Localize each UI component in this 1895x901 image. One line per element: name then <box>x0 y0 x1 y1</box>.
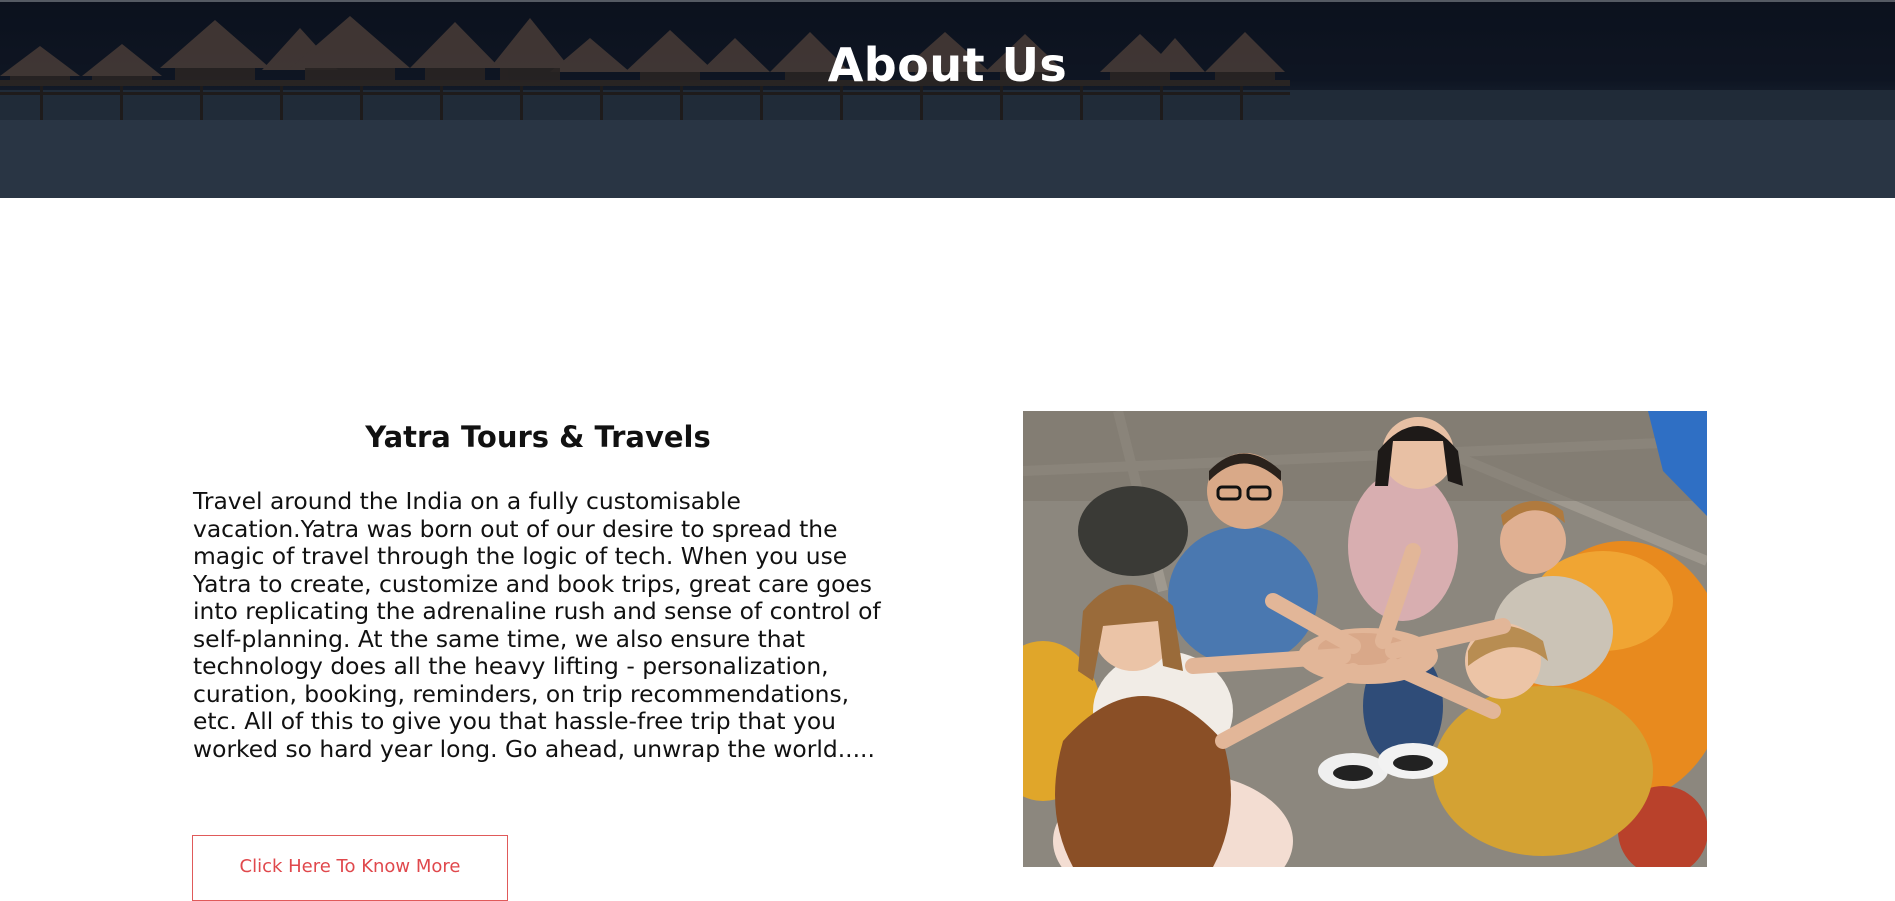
hero-background-image <box>0 2 1895 198</box>
team-photo <box>1023 411 1707 867</box>
company-heading: Yatra Tours & Travels <box>365 420 711 454</box>
page-title: About Us <box>827 38 1068 92</box>
hero-banner: About Us <box>0 0 1895 198</box>
about-section: Yatra Tours & Travels Travel around the … <box>193 420 883 763</box>
about-description: Travel around the India on a fully custo… <box>193 487 881 763</box>
know-more-button[interactable]: Click Here To Know More <box>192 835 508 901</box>
